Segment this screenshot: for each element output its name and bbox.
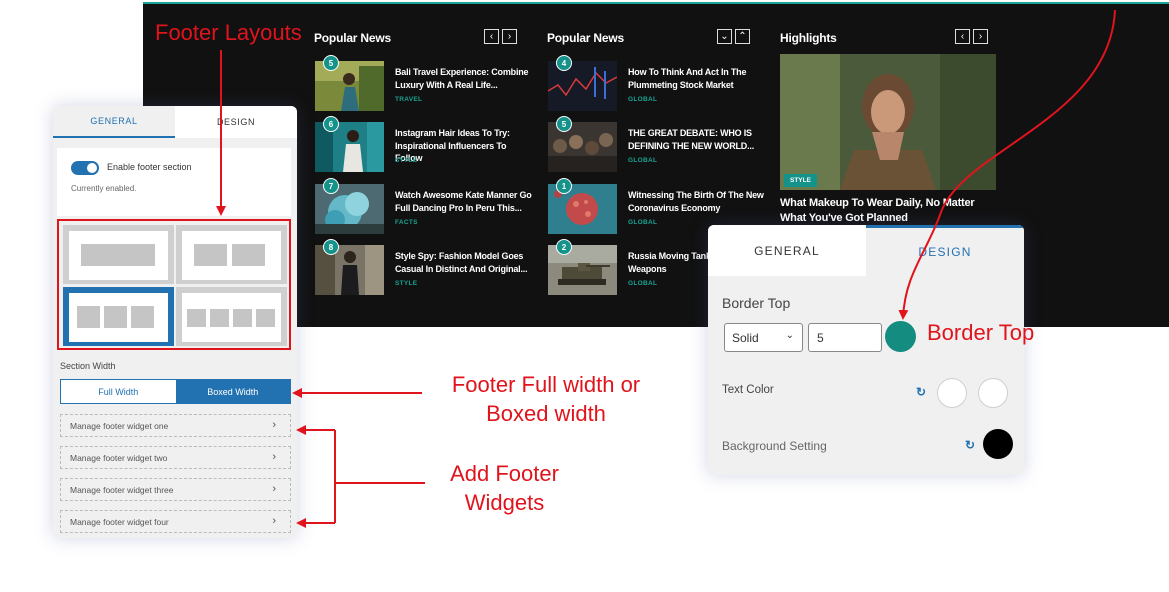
background-setting-label: Background Setting xyxy=(722,439,827,453)
highlight-image[interactable] xyxy=(780,54,996,190)
section-width-toggle: Full Width Boxed Width xyxy=(60,379,291,404)
prev-arrow-icon[interactable]: ‹ xyxy=(955,29,970,44)
border-style-value: Solid xyxy=(732,330,759,345)
news-title[interactable]: Style Spy: Fashion Model Goes Casual In … xyxy=(395,250,535,275)
widget-label: Manage footer widget four xyxy=(70,516,169,527)
prev-arrow-icon[interactable]: ‹ xyxy=(484,29,499,44)
rank-badge: 1 xyxy=(556,178,572,194)
manage-widget-four[interactable]: Manage footer widget four › xyxy=(60,510,291,533)
tab-general[interactable]: GENERAL xyxy=(53,106,175,138)
reset-icon[interactable]: ↻ xyxy=(965,438,975,452)
customizer-panel: GENERAL DESIGN Enable footer section Cur… xyxy=(53,106,297,538)
rank-badge: 6 xyxy=(323,116,339,132)
chevron-down-icon: ⌄ xyxy=(785,330,794,341)
chevron-down-icon[interactable]: ⌄ xyxy=(717,29,732,44)
layout-four-columns[interactable] xyxy=(176,287,287,346)
boxed-width-button[interactable]: Boxed Width xyxy=(175,380,290,403)
col2-nav: ⌄ ⌃ xyxy=(717,29,750,44)
text-color-label: Text Color xyxy=(722,384,774,396)
chevron-right-icon: › xyxy=(272,483,276,495)
col3-nav: ‹ › xyxy=(955,29,988,44)
chevron-right-icon: › xyxy=(272,515,276,527)
rank-badge: 5 xyxy=(323,55,339,71)
tab-design[interactable]: DESIGN xyxy=(175,106,297,138)
border-style-select[interactable]: Solid ⌄ xyxy=(724,323,803,352)
toggle-status: Currently enabled. xyxy=(71,184,137,193)
col1-title: Popular News xyxy=(314,31,391,45)
news-category[interactable]: STYLE xyxy=(395,280,417,287)
text-color-swatch[interactable] xyxy=(937,378,967,408)
annotation-widgets-line2: Widgets xyxy=(464,490,545,515)
widget-label: Manage footer widget two xyxy=(70,452,168,463)
annotation-border-top: Border Top xyxy=(927,320,1035,345)
border-top-label: Border Top xyxy=(722,295,791,311)
background-color-swatch[interactable] xyxy=(983,429,1013,459)
manage-widget-two[interactable]: Manage footer widget two › xyxy=(60,446,291,469)
rank-badge: 8 xyxy=(323,239,339,255)
news-category[interactable]: STYLE xyxy=(395,157,417,164)
next-arrow-icon[interactable]: › xyxy=(973,29,988,44)
col2-title: Popular News xyxy=(547,31,624,45)
highlight-headline[interactable]: What Makeup To Wear Daily, No Matter Wha… xyxy=(780,196,990,225)
border-width-input[interactable]: 5 xyxy=(808,323,882,352)
rank-badge: 4 xyxy=(556,55,572,71)
annotation-widgets-line1: Add Footer xyxy=(450,461,559,486)
chevron-up-icon[interactable]: ⌃ xyxy=(735,29,750,44)
chevron-right-icon: › xyxy=(272,419,276,431)
link-color-swatch[interactable] xyxy=(978,378,1008,408)
tab-bar: GENERAL DESIGN xyxy=(708,225,1024,276)
news-category[interactable]: GLOBAL xyxy=(628,280,657,287)
annotation-width-line1: Footer Full width or xyxy=(451,372,641,397)
layout-single-column[interactable] xyxy=(63,225,174,284)
toggle-label: Enable footer section xyxy=(107,162,192,172)
widget-label: Manage footer widget one xyxy=(70,420,169,431)
tab-design[interactable]: DESIGN xyxy=(866,225,1024,276)
list-item[interactable]: 2 Russia Moving Tank A Nuclear Weapons G… xyxy=(548,239,753,295)
list-item[interactable]: 6 Instagram Hair Ideas To Try: Inspirati… xyxy=(315,116,545,172)
layout-three-columns[interactable] xyxy=(63,287,174,346)
full-width-button[interactable]: Full Width xyxy=(61,380,176,403)
news-title[interactable]: THE GREAT DEBATE: WHO IS DEFINING THE NE… xyxy=(628,127,768,152)
news-title[interactable]: How To Think And Act In The Plummeting S… xyxy=(628,66,768,91)
col3-title: Highlights xyxy=(780,31,837,45)
manage-widget-three[interactable]: Manage footer widget three › xyxy=(60,478,291,501)
news-title[interactable]: Watch Awesome Kate Manner Go Full Dancin… xyxy=(395,189,535,214)
next-arrow-icon[interactable]: › xyxy=(502,29,517,44)
layout-two-columns[interactable] xyxy=(176,225,287,284)
col1-nav: ‹ › xyxy=(484,29,517,44)
rank-badge: 7 xyxy=(323,178,339,194)
chevron-right-icon: › xyxy=(272,451,276,463)
highlight-category[interactable]: STYLE xyxy=(784,174,817,187)
rank-badge: 2 xyxy=(556,239,572,255)
news-title[interactable]: Bali Travel Experience: Combine Luxury W… xyxy=(395,66,535,91)
list-item[interactable]: 8 Style Spy: Fashion Model Goes Casual I… xyxy=(315,239,545,295)
enable-footer-card: Enable footer section Currently enabled. xyxy=(57,148,291,216)
design-panel: GENERAL DESIGN Border Top Solid ⌄ 5 Text… xyxy=(708,225,1024,475)
enable-footer-toggle[interactable] xyxy=(71,161,99,175)
widget-label: Manage footer widget three xyxy=(70,484,174,495)
news-category[interactable]: FACTS xyxy=(395,219,418,226)
reset-icon[interactable]: ↻ xyxy=(916,385,926,399)
annotation-width-line2: Boxed width xyxy=(486,401,606,426)
news-category[interactable]: TRAVEL xyxy=(395,96,422,103)
list-item[interactable]: 4 How To Think And Act In The Plummeting… xyxy=(548,55,778,111)
news-category[interactable]: GLOBAL xyxy=(628,219,657,226)
news-category[interactable]: GLOBAL xyxy=(628,96,657,103)
list-item[interactable]: 7 Watch Awesome Kate Manner Go Full Danc… xyxy=(315,178,545,234)
section-width-label: Section Width xyxy=(60,361,116,371)
footer-layouts xyxy=(57,219,291,350)
news-category[interactable]: GLOBAL xyxy=(628,157,657,164)
annotation-footer-layouts: Footer Layouts xyxy=(155,20,302,45)
news-title[interactable]: Witnessing The Birth Of The New Coronavi… xyxy=(628,189,768,214)
tab-bar: GENERAL DESIGN xyxy=(53,106,297,138)
tab-general[interactable]: GENERAL xyxy=(708,225,866,276)
border-color-swatch[interactable] xyxy=(885,321,916,352)
list-item[interactable]: 5 Bali Travel Experience: Combine Luxury… xyxy=(315,55,545,111)
list-item[interactable]: 5 THE GREAT DEBATE: WHO IS DEFINING THE … xyxy=(548,116,778,172)
rank-badge: 5 xyxy=(556,116,572,132)
manage-widget-one[interactable]: Manage footer widget one › xyxy=(60,414,291,437)
